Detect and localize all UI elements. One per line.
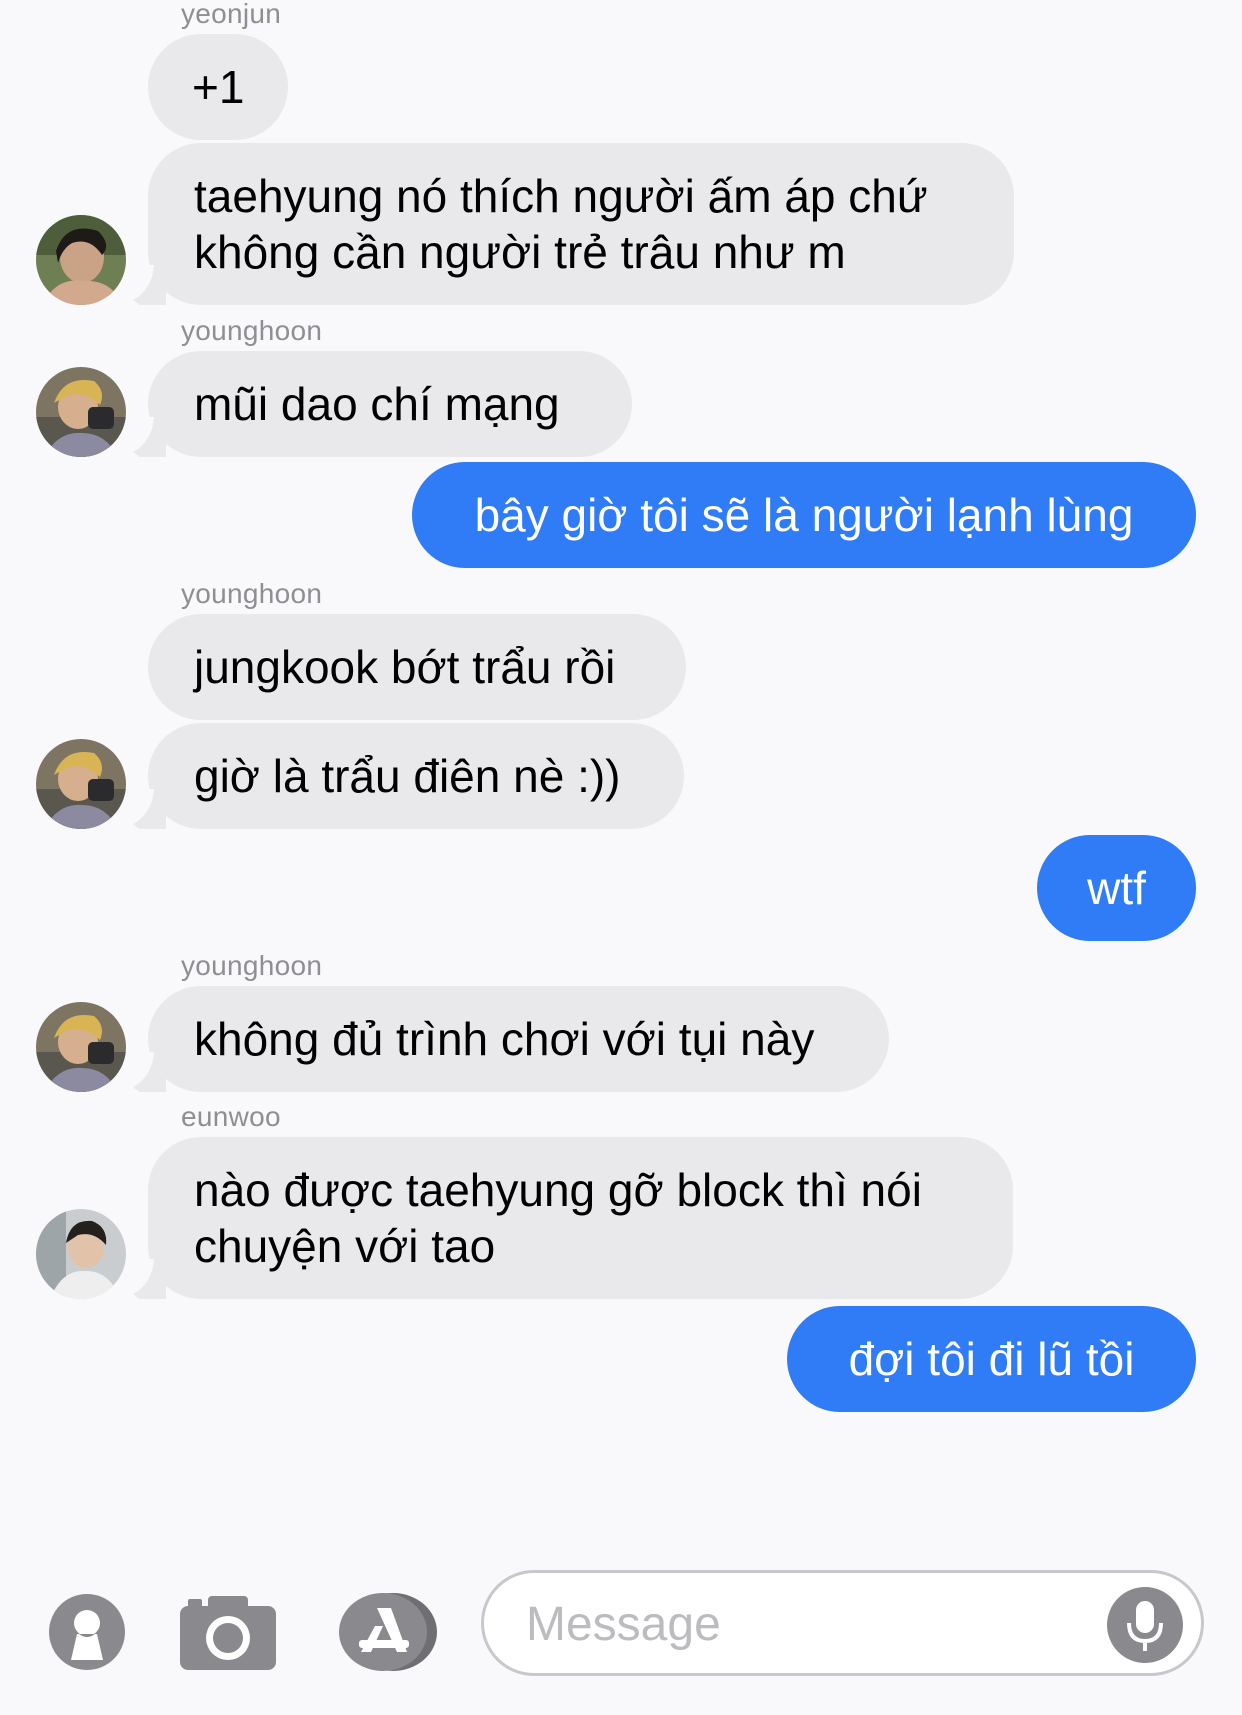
app-store-icon[interactable]	[333, 1590, 441, 1674]
message-text: bây giờ tôi sẽ là người lạnh lùng	[474, 489, 1134, 541]
sender-name: eunwoo	[181, 1101, 281, 1132]
message-text: mũi dao chí mạng	[194, 378, 560, 430]
incoming-message-bubble[interactable]: giờ là trẩu điên nè :))	[148, 723, 684, 829]
message-text: wtf	[1087, 862, 1146, 914]
message-input-field[interactable]	[481, 1570, 1204, 1676]
message-text: jungkook bớt trẩu rồi	[194, 641, 616, 693]
avatar-younghoon[interactable]	[36, 367, 126, 457]
message-input[interactable]	[526, 1595, 1066, 1653]
avatar-eunwoo[interactable]	[36, 1209, 126, 1299]
incoming-message-bubble[interactable]: +1	[148, 34, 289, 140]
outgoing-message-bubble[interactable]: bây giờ tôi sẽ là người lạnh lùng	[412, 462, 1196, 568]
contact-icon[interactable]	[47, 1592, 127, 1672]
message-text: đợi tôi đi lũ tồi	[848, 1333, 1135, 1385]
sender-name: yeonjun	[181, 0, 282, 29]
microphone-icon[interactable]	[1107, 1587, 1183, 1663]
incoming-message-bubble[interactable]: taehyung nó thích người ấm áp chứ không …	[148, 143, 1014, 305]
camera-icon[interactable]	[178, 1592, 278, 1672]
message-text-line-2: không cần người trẻ trâu như m	[194, 226, 846, 278]
message-text-line-1: taehyung nó thích người ấm áp chứ	[194, 170, 928, 222]
incoming-message-bubble[interactable]: nào được taehyung gỡ block thì nói chuyệ…	[148, 1137, 1013, 1299]
sender-name: younghoon	[181, 315, 323, 346]
incoming-message-bubble[interactable]: jungkook bớt trẩu rồi	[148, 614, 686, 720]
message-text: giờ là trẩu điên nè :))	[194, 750, 621, 802]
avatar-younghoon[interactable]	[36, 739, 126, 829]
avatar-yeonjun[interactable]	[36, 215, 126, 305]
outgoing-message-bubble[interactable]: đợi tôi đi lũ tồi	[787, 1306, 1196, 1412]
message-text: +1	[192, 61, 245, 113]
message-text-line-2: chuyện với tao	[194, 1220, 496, 1272]
avatar-younghoon[interactable]	[36, 1002, 126, 1092]
incoming-message-bubble[interactable]: mũi dao chí mạng	[148, 351, 632, 457]
message-text-line-1: nào được taehyung gỡ block thì nói	[194, 1164, 922, 1216]
message-text: không đủ trình chơi với tụi này	[194, 1013, 815, 1065]
outgoing-message-bubble[interactable]: wtf	[1037, 835, 1196, 941]
sender-name: younghoon	[181, 578, 323, 609]
incoming-message-bubble[interactable]: không đủ trình chơi với tụi này	[148, 986, 889, 1092]
sender-name: younghoon	[181, 950, 323, 981]
